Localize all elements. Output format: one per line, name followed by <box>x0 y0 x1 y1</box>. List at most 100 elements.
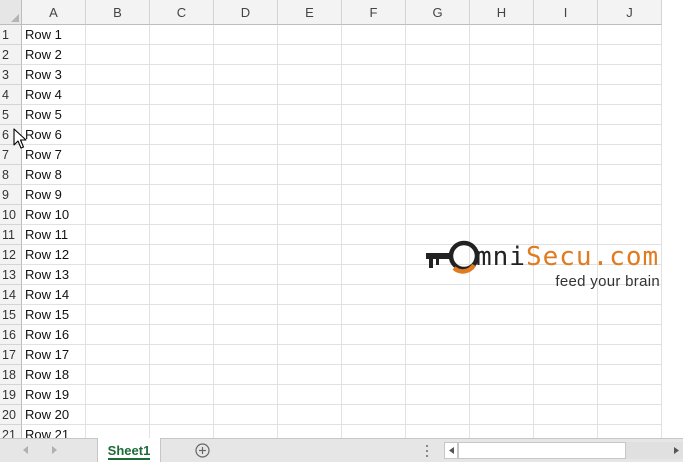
row-header[interactable]: 21 <box>0 425 22 438</box>
cell[interactable] <box>342 185 406 205</box>
cell[interactable] <box>470 325 534 345</box>
row-header[interactable]: 12 <box>0 245 22 265</box>
cell[interactable]: Row 9 <box>22 185 86 205</box>
cell[interactable]: Row 3 <box>22 65 86 85</box>
row-header[interactable]: 15 <box>0 305 22 325</box>
cell[interactable] <box>86 285 150 305</box>
cell[interactable] <box>342 85 406 105</box>
cell[interactable] <box>406 25 470 45</box>
cell[interactable] <box>278 345 342 365</box>
cell[interactable] <box>598 405 662 425</box>
cell[interactable]: Row 6 <box>22 125 86 145</box>
scroll-thumb[interactable] <box>458 442 626 459</box>
cell[interactable] <box>470 305 534 325</box>
cell[interactable]: Row 1 <box>22 25 86 45</box>
cell[interactable] <box>406 365 470 385</box>
tab-split-handle[interactable] <box>425 445 429 457</box>
cell[interactable] <box>278 285 342 305</box>
cell[interactable] <box>342 365 406 385</box>
cell[interactable] <box>214 405 278 425</box>
cell[interactable] <box>598 65 662 85</box>
cell[interactable] <box>342 25 406 45</box>
cell[interactable] <box>534 385 598 405</box>
cell[interactable] <box>534 345 598 365</box>
cell[interactable] <box>214 205 278 225</box>
cell[interactable]: Row 16 <box>22 325 86 345</box>
cell[interactable] <box>598 185 662 205</box>
cell[interactable] <box>342 125 406 145</box>
cell[interactable] <box>278 325 342 345</box>
cell[interactable] <box>342 265 406 285</box>
cell[interactable] <box>214 145 278 165</box>
cell[interactable] <box>342 325 406 345</box>
cell[interactable] <box>150 165 214 185</box>
cell[interactable] <box>150 25 214 45</box>
cell[interactable] <box>534 85 598 105</box>
select-all-corner[interactable] <box>0 0 22 25</box>
cell[interactable] <box>470 345 534 365</box>
cell[interactable] <box>598 25 662 45</box>
cell[interactable] <box>86 205 150 225</box>
cell[interactable] <box>86 345 150 365</box>
cell[interactable] <box>342 425 406 438</box>
cell[interactable] <box>86 385 150 405</box>
cell[interactable] <box>470 145 534 165</box>
cell[interactable] <box>214 425 278 438</box>
cell[interactable]: Row 18 <box>22 365 86 385</box>
row-header[interactable]: 11 <box>0 225 22 245</box>
cell[interactable] <box>86 185 150 205</box>
cell[interactable] <box>598 305 662 325</box>
cell[interactable] <box>214 125 278 145</box>
cell[interactable] <box>214 325 278 345</box>
cell[interactable] <box>278 85 342 105</box>
cell[interactable]: Row 14 <box>22 285 86 305</box>
cell[interactable] <box>470 45 534 65</box>
cell[interactable] <box>86 265 150 285</box>
cell[interactable] <box>150 385 214 405</box>
row-header[interactable]: 18 <box>0 365 22 385</box>
cell[interactable] <box>470 25 534 45</box>
cell[interactable] <box>278 145 342 165</box>
cell[interactable] <box>150 105 214 125</box>
cell[interactable] <box>406 145 470 165</box>
cell[interactable] <box>278 265 342 285</box>
cell[interactable] <box>214 25 278 45</box>
cell[interactable] <box>598 325 662 345</box>
cell[interactable] <box>406 125 470 145</box>
cell[interactable] <box>534 105 598 125</box>
cell[interactable] <box>150 285 214 305</box>
cell[interactable] <box>342 205 406 225</box>
cell[interactable] <box>86 65 150 85</box>
cell[interactable] <box>342 345 406 365</box>
cell[interactable]: Row 7 <box>22 145 86 165</box>
cell[interactable] <box>534 125 598 145</box>
cell[interactable] <box>150 265 214 285</box>
cell[interactable] <box>150 125 214 145</box>
cell[interactable] <box>342 45 406 65</box>
cell[interactable] <box>278 245 342 265</box>
cell[interactable] <box>406 65 470 85</box>
cell[interactable] <box>406 345 470 365</box>
cell[interactable] <box>150 205 214 225</box>
row-header[interactable]: 20 <box>0 405 22 425</box>
cell[interactable]: Row 17 <box>22 345 86 365</box>
cell[interactable] <box>278 365 342 385</box>
cell[interactable] <box>278 225 342 245</box>
row-header[interactable]: 5 <box>0 105 22 125</box>
cell[interactable] <box>150 245 214 265</box>
triangle-left-icon[interactable] <box>20 444 32 456</box>
cell[interactable]: Row 21 <box>22 425 86 438</box>
cell[interactable] <box>470 105 534 125</box>
cell[interactable] <box>534 405 598 425</box>
cell[interactable] <box>342 145 406 165</box>
cell[interactable] <box>406 105 470 125</box>
cell[interactable] <box>150 325 214 345</box>
cell[interactable] <box>598 165 662 185</box>
cell[interactable] <box>406 85 470 105</box>
scroll-left-button[interactable] <box>444 442 458 459</box>
cell[interactable] <box>278 425 342 438</box>
cell[interactable] <box>150 85 214 105</box>
column-header-j[interactable]: J <box>598 0 662 25</box>
scroll-right-button[interactable] <box>669 442 683 459</box>
cell[interactable] <box>342 405 406 425</box>
